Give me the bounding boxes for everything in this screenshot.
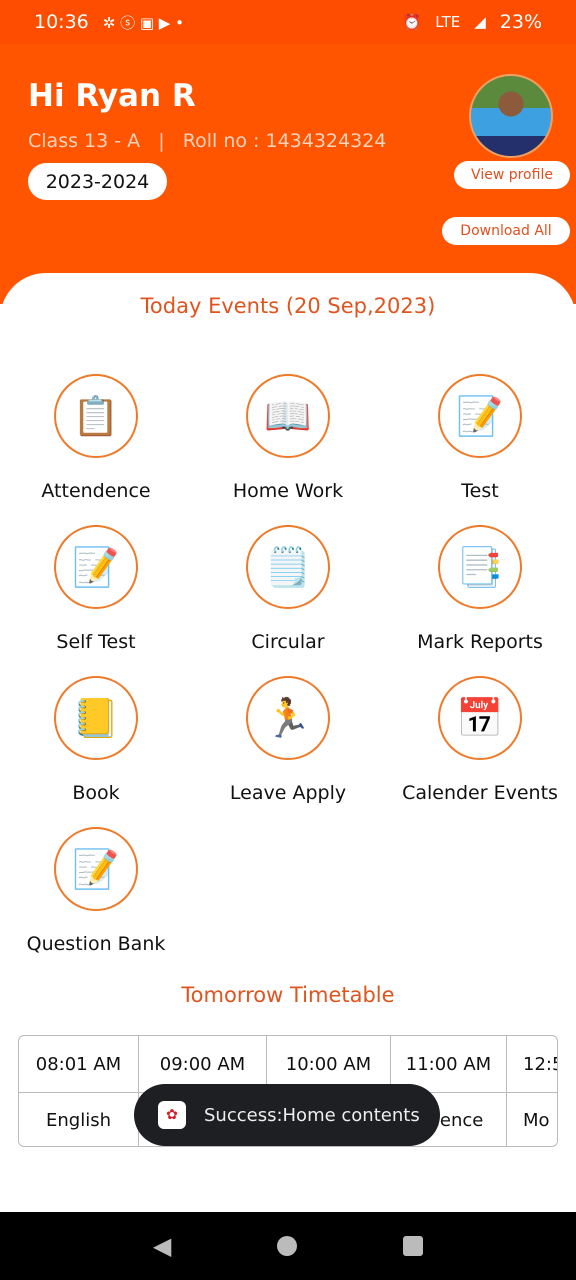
battery-level: 23%: [499, 11, 542, 33]
tile-circular[interactable]: 🗒️ Circular: [192, 525, 384, 653]
class-info: Class 13 - A | Roll no : 1434324324: [28, 130, 387, 152]
question-bank-icon: 📝: [54, 827, 138, 911]
subject-cell: English: [19, 1093, 139, 1146]
tile-self-test[interactable]: 📝 Self Test: [0, 525, 192, 653]
time-cell: 12:5: [507, 1036, 557, 1092]
tile-test[interactable]: 📝 Test: [384, 374, 576, 502]
tile-label: Leave Apply: [229, 782, 347, 804]
leave-apply-icon: 🏃: [246, 676, 330, 760]
test-icon: 📝: [438, 374, 522, 458]
app-logo-icon: ✿: [158, 1101, 186, 1129]
tile-book[interactable]: 📒 Book: [0, 676, 192, 804]
avatar[interactable]: [469, 74, 553, 158]
view-profile-button[interactable]: View profile: [454, 161, 570, 189]
greeting: Hi Ryan R: [28, 78, 196, 114]
events-title: Today Events (20 Sep,2023): [140, 294, 436, 318]
tile-label: Self Test: [56, 631, 136, 653]
tile-label: Question Bank: [26, 933, 166, 955]
tile-label: Home Work: [232, 480, 344, 502]
tile-label: Book: [72, 782, 120, 804]
tile-label: Attendence: [41, 480, 151, 502]
calender-events-icon: 📅: [438, 676, 522, 760]
tile-label: Mark Reports: [417, 631, 543, 653]
home-icon[interactable]: [277, 1236, 298, 1256]
tile-mark-reports[interactable]: 📑 Mark Reports: [384, 525, 576, 653]
circular-icon: 🗒️: [246, 525, 330, 609]
tile-home-work[interactable]: 📖 Home Work: [192, 374, 384, 502]
status-time: 10:36: [34, 11, 89, 33]
status-bar: 10:36 ✲ ⓢ ▣ ▶ • ⏰ LTE ◢ 23%: [0, 0, 576, 44]
attendence-icon: 📋: [54, 374, 138, 458]
alarm-icon: ⏰: [402, 13, 422, 31]
tile-label: Calender Events: [402, 782, 558, 804]
tile-calender-events[interactable]: 📅 Calender Events: [384, 676, 576, 804]
timetable-title: Tomorrow Timetable: [181, 983, 395, 1007]
toast: ✿ Success:Home contents: [134, 1084, 440, 1146]
notification-icons: ✲ ⓢ ▣ ▶ •: [102, 13, 184, 32]
tile-question-bank[interactable]: 📝 Question Bank: [0, 827, 192, 955]
home-work-icon: 📖: [246, 374, 330, 458]
network-icon: LTE: [435, 13, 461, 31]
subject-cell: Mo: [507, 1093, 557, 1146]
time-cell: 08:01 AM: [19, 1036, 139, 1092]
tile-label: Circular: [251, 631, 325, 653]
recents-icon[interactable]: [403, 1236, 424, 1256]
book-icon: 📒: [54, 676, 138, 760]
tile-attendence[interactable]: 📋 Attendence: [0, 374, 192, 502]
navigation-bar: ◀: [0, 1212, 576, 1280]
back-icon[interactable]: ◀: [153, 1232, 171, 1260]
self-test-icon: 📝: [54, 525, 138, 609]
mark-reports-icon: 📑: [438, 525, 522, 609]
academic-year-button[interactable]: 2023-2024: [28, 163, 167, 200]
toast-message: Success:Home contents: [204, 1104, 420, 1126]
download-all-button[interactable]: Download All: [442, 217, 570, 245]
signal-icon: ◢: [474, 13, 486, 31]
tile-label: Test: [461, 480, 499, 502]
tile-leave-apply[interactable]: 🏃 Leave Apply: [192, 676, 384, 804]
